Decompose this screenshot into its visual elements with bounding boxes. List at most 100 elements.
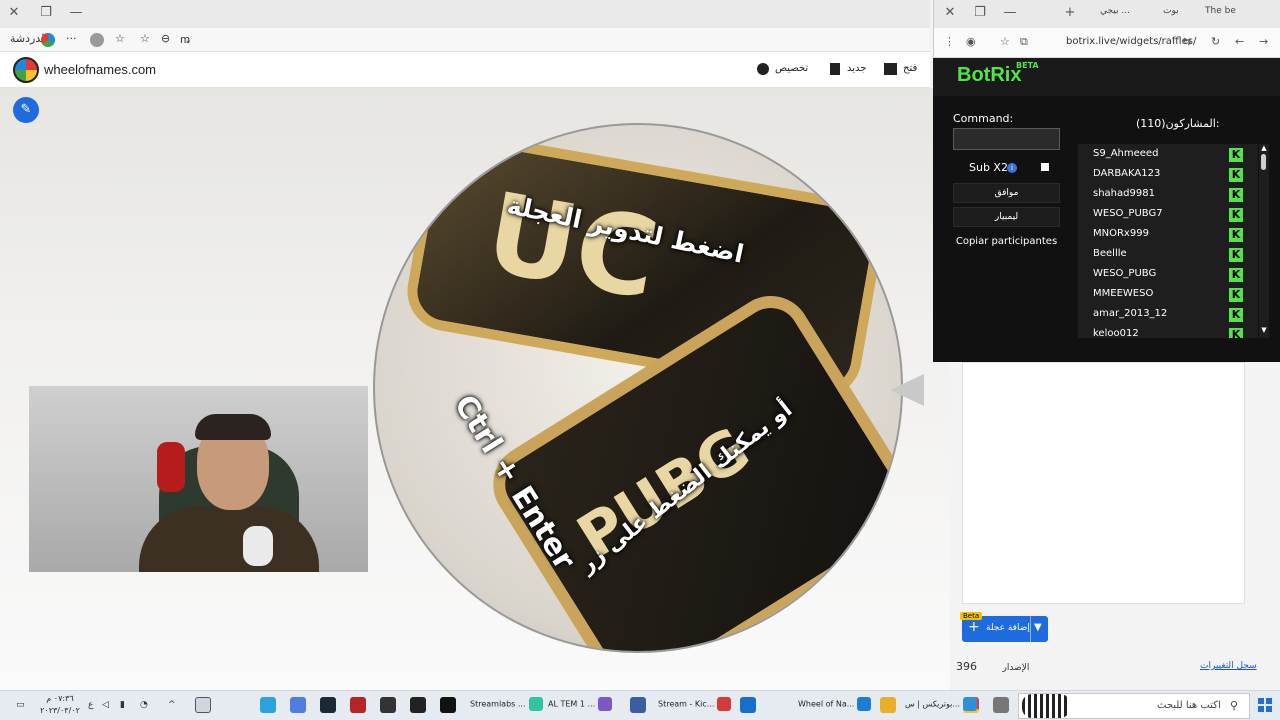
- kick-icon: K: [1229, 308, 1243, 322]
- davinci-icon[interactable]: [380, 697, 396, 713]
- capcut-icon[interactable]: [410, 697, 426, 713]
- list-item[interactable]: shahad9981 K: [1093, 185, 1243, 205]
- tab-pubg[interactable]: بيجي ...: [1100, 6, 1130, 16]
- overlay-minimize-button[interactable]: —: [1000, 4, 1020, 22]
- sub-x2-checkbox[interactable]: [1041, 163, 1049, 171]
- adobe-icon[interactable]: [350, 697, 366, 713]
- list-item[interactable]: Beellle K: [1093, 245, 1243, 265]
- nav-open[interactable]: فتح: [903, 63, 917, 74]
- taskbar-app-botrix[interactable]: بوتريكس | س...: [905, 697, 978, 715]
- tiktok-icon[interactable]: [440, 697, 456, 713]
- windows-start-icon[interactable]: [1258, 698, 1272, 712]
- edge-icon: [963, 697, 978, 711]
- accept-button[interactable]: موافق: [953, 183, 1060, 203]
- restore-window-button[interactable]: ❐: [36, 4, 56, 22]
- chevron-down-icon[interactable]: ▼: [1034, 622, 1042, 633]
- microphone-tray-icon[interactable]: ▮: [120, 700, 125, 710]
- telegram-icon[interactable]: [260, 697, 276, 713]
- back-icon[interactable]: ←: [1235, 35, 1244, 48]
- opera-icon: [717, 697, 732, 711]
- nav-customize[interactable]: تخصيص: [775, 63, 808, 74]
- botrix-beta-tag: BETA: [1016, 61, 1039, 70]
- beta-badge: Beta: [960, 612, 983, 620]
- new-tab-icon[interactable]: +: [1060, 4, 1080, 22]
- version-number: 396: [956, 660, 977, 673]
- overlay-restore-button[interactable]: ❐: [970, 4, 990, 22]
- list-item[interactable]: amar_2013_12 K: [1093, 305, 1243, 325]
- bookmark-icon[interactable]: ☆: [1000, 35, 1010, 48]
- folder-icon[interactable]: [884, 63, 897, 75]
- edge-icon[interactable]: [740, 697, 756, 713]
- more-icon[interactable]: ···: [66, 32, 77, 45]
- volume-icon[interactable]: ◁: [102, 700, 109, 710]
- sub-x2-label: Sub X2: [969, 161, 1008, 174]
- changelog-link[interactable]: سجل التغييرات: [1200, 661, 1257, 671]
- steam-icon[interactable]: [320, 697, 336, 713]
- taskbar-app-streamlabs[interactable]: Streamlabs ...: [470, 697, 543, 715]
- site-name[interactable]: wheelofnames.com: [44, 62, 156, 77]
- task-view-icon[interactable]: [993, 697, 1009, 713]
- taskbar-clock[interactable]: ٠٧:٣٦ م ٢٠٢٣/٠٣/٠٢: [35, 693, 85, 717]
- keyboard-icon[interactable]: [195, 697, 211, 713]
- participants-scrollbar[interactable]: ▲ ▼: [1259, 144, 1269, 338]
- minimize-window-button[interactable]: —: [66, 4, 86, 22]
- list-item[interactable]: MNORx999 K: [1093, 225, 1243, 245]
- tab-the-best[interactable]: The be: [1205, 6, 1236, 16]
- taskbar-app-wheel[interactable]: Wheel of Na...: [798, 697, 872, 715]
- taskbar-search-placeholder: اكتب هنا للبحث: [1157, 700, 1221, 711]
- app-icon[interactable]: [290, 697, 306, 713]
- command-input[interactable]: [953, 128, 1060, 150]
- reset-button[interactable]: ليمبيار: [953, 207, 1060, 227]
- wheel-logo-icon[interactable]: [13, 57, 39, 83]
- palette-icon[interactable]: [757, 63, 769, 75]
- add-wheel-label: إضافة عجلة: [986, 623, 1030, 633]
- scroll-down-icon[interactable]: ▼: [1259, 326, 1269, 334]
- clock-time: ٠٧:٣٦ م: [46, 694, 74, 703]
- tab-bot[interactable]: بوت: [1163, 6, 1179, 16]
- file-explorer-icon[interactable]: [880, 697, 896, 713]
- favorite-icon[interactable]: ☆: [140, 32, 150, 45]
- site-settings-icon[interactable]: ⇆: [1182, 35, 1191, 48]
- profile-icon[interactable]: [90, 33, 104, 47]
- new-file-icon[interactable]: [830, 63, 840, 75]
- word-icon[interactable]: [630, 697, 646, 713]
- nav-new[interactable]: جديد: [847, 63, 866, 74]
- overlay-url[interactable]: botrix.live/widgets/raffles/: [1066, 36, 1196, 47]
- search-highlight-image: [1022, 694, 1070, 718]
- reload-icon[interactable]: ↻: [1211, 35, 1220, 48]
- participants-list[interactable]: S9_Ahmeeed K DARBAKA123 K shahad9981 K WESO…: [1078, 144, 1258, 338]
- wheel-pointer-arrow: [890, 374, 924, 406]
- copy-participants-button[interactable]: Copiar participantes: [953, 236, 1060, 252]
- read-aloud-icon[interactable]: ꬺ: [180, 32, 190, 47]
- main-address-bar: الدردشة ··· ☆ ☆ ⊖ ꬺ: [0, 28, 930, 52]
- account-icon[interactable]: ◉: [966, 35, 976, 48]
- list-item[interactable]: WESO_PUBG K: [1093, 265, 1243, 285]
- list-item[interactable]: keloo012 K: [1093, 325, 1243, 338]
- chevron-up-icon[interactable]: ^: [168, 700, 176, 710]
- taskbar-app-altem[interactable]: AL TEM 1 ...: [548, 697, 613, 715]
- list-item[interactable]: DARBAKA123 K: [1093, 165, 1243, 185]
- entries-textbox[interactable]: [962, 362, 1245, 604]
- menu-icon[interactable]: ⋮: [944, 35, 955, 48]
- scroll-up-icon[interactable]: ▲: [1259, 144, 1269, 152]
- forward-icon[interactable]: →: [1259, 35, 1268, 48]
- collections-icon[interactable]: ☆: [115, 32, 125, 45]
- kick-icon: K: [1229, 268, 1243, 282]
- taskbar-app-stream[interactable]: Stream - Kic...: [658, 697, 732, 715]
- copilot-icon[interactable]: [41, 33, 55, 47]
- kick-icon: K: [1229, 228, 1243, 242]
- list-item[interactable]: MMEEWESO K: [1093, 285, 1243, 305]
- list-item[interactable]: S9_Ahmeeed K: [1093, 145, 1243, 165]
- translate-icon[interactable]: ⧉: [1020, 35, 1028, 49]
- overlay-close-button[interactable]: ✕: [940, 4, 960, 22]
- spin-wheel[interactable]: UC PUBG اضغط لتدوير العجلة Ctrl + Enter …: [373, 123, 903, 653]
- list-item[interactable]: WESO_PUBG7 K: [1093, 205, 1243, 225]
- extensions-icon[interactable]: ⊖: [161, 32, 170, 45]
- edit-pencil-icon[interactable]: ✎: [13, 97, 39, 123]
- info-icon[interactable]: i: [1007, 163, 1017, 173]
- language-indicator[interactable]: ع: [88, 700, 93, 710]
- close-window-button[interactable]: ✕: [4, 4, 24, 22]
- network-icon[interactable]: ◔: [140, 700, 148, 710]
- notification-icon[interactable]: ▭: [16, 700, 25, 710]
- scroll-thumb[interactable]: [1261, 154, 1266, 170]
